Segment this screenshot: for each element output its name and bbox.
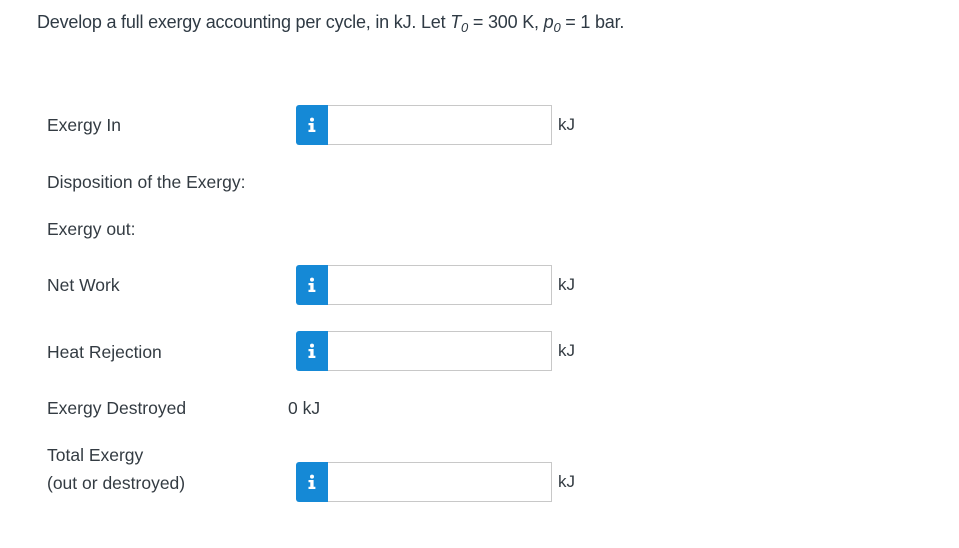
exergy-destroyed-label: Exergy Destroyed [47, 398, 187, 418]
info-icon [308, 343, 316, 358]
total-exergy-field-group [296, 462, 552, 502]
exergy-in-field-group [296, 105, 552, 145]
heat-rejection-info-button[interactable] [296, 331, 328, 371]
exergy-in-label: Exergy In [47, 115, 121, 135]
net-work-label: Net Work [47, 275, 120, 295]
total-exergy-input[interactable] [328, 462, 552, 502]
total-exergy-info-button[interactable] [296, 462, 328, 502]
exergy-destroyed-value: 0 kJ [288, 398, 321, 418]
temperature-subscript: 0 [461, 20, 469, 35]
total-exergy-unit: kJ [558, 472, 575, 491]
info-icon [308, 474, 316, 489]
net-work-field-group [296, 265, 552, 305]
info-icon [308, 277, 316, 292]
disposition-heading: Disposition of the Exergy: [47, 172, 246, 192]
exergy-in-input[interactable] [328, 105, 552, 145]
question-text: Develop a full exergy accounting per cyc… [37, 12, 625, 35]
exergy-in-info-button[interactable] [296, 105, 328, 145]
exergy-out-heading: Exergy out: [47, 219, 136, 239]
temperature-variable: T [450, 12, 462, 32]
net-work-unit: kJ [558, 275, 575, 294]
pressure-variable: p [543, 12, 554, 32]
total-exergy-label-line1: Total Exergy [47, 445, 144, 465]
temperature-value: = 300 K, [468, 12, 544, 32]
pressure-value: = 1 bar. [560, 12, 625, 32]
heat-rejection-field-group [296, 331, 552, 371]
exergy-in-unit: kJ [558, 115, 575, 134]
heat-rejection-label: Heat Rejection [47, 342, 162, 362]
heat-rejection-unit: kJ [558, 341, 575, 360]
total-exergy-label-line2: (out or destroyed) [47, 473, 186, 493]
question-prefix: Develop a full exergy accounting per cyc… [37, 12, 451, 32]
heat-rejection-input[interactable] [328, 331, 552, 371]
info-icon [308, 117, 316, 132]
net-work-info-button[interactable] [296, 265, 328, 305]
net-work-input[interactable] [328, 265, 552, 305]
